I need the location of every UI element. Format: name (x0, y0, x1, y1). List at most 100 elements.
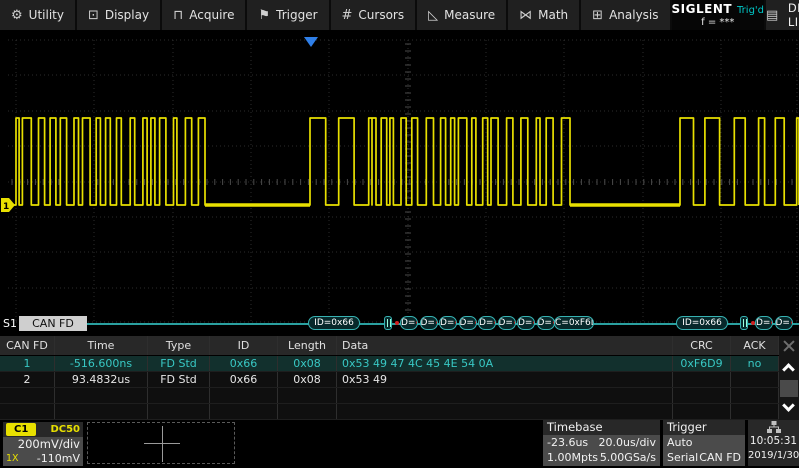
bus-data-bubble: D= (755, 316, 773, 330)
clock-panel[interactable]: 10:05:31 2019/1/30 (748, 420, 799, 466)
clock-date: 2019/1/30 (748, 449, 799, 463)
status-bar: C1 DC50 200mV/div 1X -110mV Timebase -23… (0, 420, 799, 468)
network-icon (748, 421, 799, 434)
timebase-descriptor[interactable]: Timebase -23.6us 20.0us/div 1.00Mpts 5.0… (543, 420, 660, 466)
decode-table-header: CAN FDTimeTypeIDLengthDataCRCACK (0, 336, 779, 356)
cell-type: Type (148, 336, 210, 355)
svg-text:1: 1 (3, 202, 9, 212)
chevron-up-icon (782, 363, 795, 376)
scrollbar-thumb[interactable] (780, 380, 798, 397)
trigger-mode: Auto (667, 435, 693, 450)
bus-protocol-label[interactable]: CAN FD (19, 316, 87, 331)
cell-type (148, 388, 210, 403)
bus-frame-start-marker (384, 316, 392, 330)
trigger-position-marker[interactable] (304, 37, 318, 47)
scroll-down-button[interactable] (779, 398, 799, 420)
cell-data (337, 388, 673, 403)
cell-id: 0x66 (210, 356, 278, 371)
cell-index (0, 404, 55, 419)
cell-length (278, 404, 337, 419)
bus-data-bubble: D= (498, 316, 516, 330)
bus-data-bubble: D= (517, 316, 535, 330)
trigger-type: Serial (667, 450, 698, 465)
oscilloscope-screen: 1 ⚙Utility⊡Display⊓Acquire⚑Trigger#Curso… (0, 0, 799, 468)
timebase-points: 1.00Mpts (547, 450, 598, 465)
cell-ack: ACK (731, 336, 779, 355)
trigger-bus: CAN FD (699, 450, 741, 465)
cell-crc (673, 404, 731, 419)
bus-id-bubble-frame2: ID=0x66 (676, 316, 728, 330)
bus-data-bubble: D= (459, 316, 477, 330)
cell-time: -516.600ns (55, 356, 148, 371)
cell-type: FD Std (148, 356, 210, 371)
channel1-offset: -110mV (37, 452, 80, 466)
channel1-descriptor[interactable]: C1 DC50 200mV/div 1X -110mV (3, 422, 83, 466)
cell-length (278, 388, 337, 403)
channel1-badge: C1 (6, 423, 36, 436)
bus-id-bubble-frame1: ID=0x66 (308, 316, 360, 330)
add-channel-button[interactable] (87, 422, 235, 464)
bus-crc-bubble: C=0xF6D9 (554, 316, 594, 330)
cell-time (55, 404, 148, 419)
cell-id: ID (210, 336, 278, 355)
timebase-scale: 20.0us/div (599, 435, 656, 450)
bus-data-bubble: D= (439, 316, 457, 330)
cell-time: 93.4832us (55, 372, 148, 387)
decode-table-empty-row[interactable] (0, 404, 779, 420)
bus-data-bubble: D= (775, 316, 793, 330)
channel1-probe: 1X (6, 452, 19, 466)
cell-index: 1 (0, 356, 55, 371)
scroll-up-button[interactable] (779, 357, 799, 379)
cell-time (55, 388, 148, 403)
cell-index: CAN FD (0, 336, 55, 355)
decode-table-row-2[interactable]: 293.4832usFD Std0x660x080x53 49 (0, 372, 779, 388)
cell-index (0, 388, 55, 403)
cell-length: Length (278, 336, 337, 355)
timebase-samplerate: 5.00GSa/s (600, 450, 656, 465)
decode-table: CAN FDTimeTypeIDLengthDataCRCACK1-516.60… (0, 336, 779, 420)
timebase-label: Timebase (543, 420, 660, 435)
can-fd-waveform (8, 118, 799, 205)
close-icon[interactable] (779, 336, 799, 356)
bus-data-bubble: D= (400, 316, 418, 330)
cell-data (337, 404, 673, 419)
decode-table-controls (779, 336, 799, 420)
trigger-label: Trigger (663, 420, 745, 435)
bus-frame-start-marker (740, 316, 748, 330)
cell-crc (673, 388, 731, 403)
cell-length: 0x08 (278, 372, 337, 387)
trigger-descriptor[interactable]: Trigger Auto Serial CAN FD (663, 420, 745, 466)
cell-ack (731, 404, 779, 419)
cell-ack (731, 388, 779, 403)
bus-data-bubble: D= (420, 316, 438, 330)
cell-length: 0x08 (278, 356, 337, 371)
cell-id: 0x66 (210, 372, 278, 387)
cell-crc (673, 372, 731, 387)
bus-source-label: S1 (3, 317, 17, 330)
cell-type (148, 404, 210, 419)
cell-type: FD Std (148, 372, 210, 387)
cell-crc: CRC (673, 336, 731, 355)
channel1-scale: 200mV/div (6, 437, 80, 452)
cell-time: Time (55, 336, 148, 355)
bus-data-bubble: D= (478, 316, 496, 330)
chevron-down-icon (782, 399, 795, 412)
cell-data: Data (337, 336, 673, 355)
bus-error-dot (751, 321, 755, 325)
decode-bus: S1 CAN FD ID=0x66D=D=D=D=D=D=D=D=C=0xF6D… (0, 315, 799, 333)
cell-id (210, 404, 278, 419)
cell-data: 0x53 49 (337, 372, 673, 387)
decode-table-empty-row[interactable] (0, 388, 779, 404)
cell-ack: no (731, 356, 779, 371)
cell-data: 0x53 49 47 4C 45 4E 54 0A (337, 356, 673, 371)
channel1-coupling: DC50 (50, 424, 80, 435)
bus-data-bubble: D= (537, 316, 555, 330)
decode-table-row-1[interactable]: 1-516.600nsFD Std0x660x080x53 49 47 4C 4… (0, 356, 779, 372)
bus-error-dot (395, 321, 399, 325)
cell-index: 2 (0, 372, 55, 387)
cell-id (210, 388, 278, 403)
clock-time: 10:05:31 (748, 434, 799, 449)
cell-crc: 0xF6D9 (673, 356, 731, 371)
cell-ack (731, 372, 779, 387)
timebase-delay: -23.6us (547, 435, 588, 450)
